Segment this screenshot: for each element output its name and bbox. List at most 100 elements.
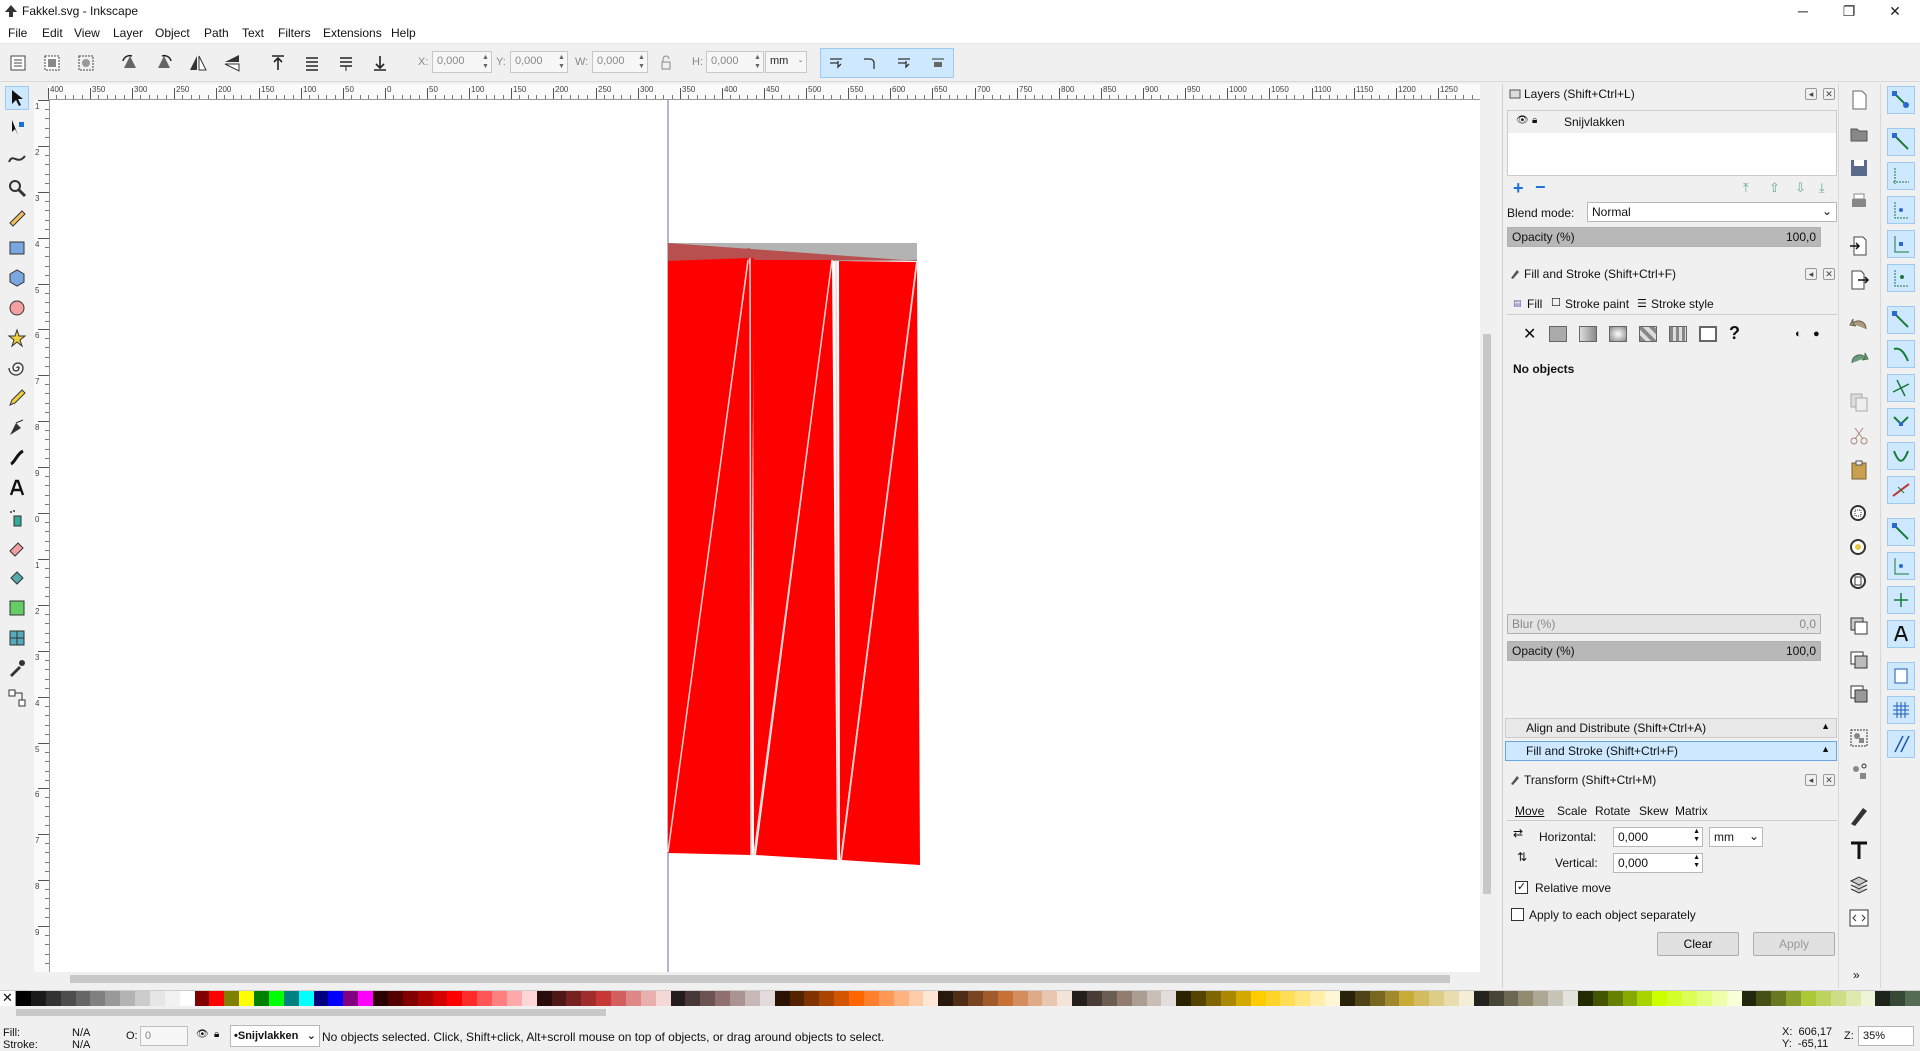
swatch-icon[interactable] bbox=[1699, 326, 1717, 342]
palette-scrollbar[interactable] bbox=[0, 1006, 1920, 1018]
palette-swatch[interactable] bbox=[1042, 991, 1058, 1007]
dropper-tool-icon[interactable] bbox=[5, 656, 29, 680]
palette-swatch[interactable] bbox=[343, 991, 359, 1007]
paint-bucket-tool-icon[interactable] bbox=[5, 566, 29, 590]
palette-swatch[interactable] bbox=[1830, 991, 1846, 1007]
snap-page-border-icon[interactable] bbox=[1887, 662, 1915, 690]
palette-swatch[interactable] bbox=[878, 991, 894, 1007]
text-font-dialog-icon[interactable] bbox=[1847, 838, 1871, 862]
drawing-canvas[interactable] bbox=[50, 100, 1480, 972]
palette-swatch[interactable] bbox=[1577, 991, 1593, 1007]
palette-swatch[interactable] bbox=[1206, 991, 1221, 1007]
star-tool-icon[interactable] bbox=[5, 326, 29, 350]
scale-stroke-icon[interactable] bbox=[824, 51, 848, 75]
menu-text[interactable]: Text bbox=[242, 26, 264, 40]
spray-tool-icon[interactable] bbox=[5, 506, 29, 530]
zoom-tool-icon[interactable] bbox=[5, 176, 29, 200]
close-button[interactable]: ✕ bbox=[1872, 0, 1918, 22]
h-input[interactable]: 0,000 ▲ ▼ bbox=[706, 51, 764, 73]
palette-swatch[interactable] bbox=[1414, 991, 1430, 1007]
duplicate-icon[interactable] bbox=[1847, 614, 1871, 638]
redo-icon[interactable] bbox=[1847, 346, 1871, 370]
palette-swatch[interactable] bbox=[1191, 991, 1206, 1007]
palette-swatch[interactable] bbox=[1146, 991, 1162, 1007]
palette-swatch[interactable] bbox=[1116, 991, 1132, 1007]
restore-button[interactable]: ❐ bbox=[1826, 0, 1872, 22]
palette-swatch[interactable] bbox=[1548, 991, 1563, 1007]
lock-ratio-icon[interactable] bbox=[654, 51, 678, 75]
palette-swatch[interactable] bbox=[1905, 991, 1920, 1007]
snap-bbox-icon[interactable] bbox=[1887, 128, 1915, 156]
group-icon[interactable] bbox=[1847, 726, 1871, 750]
xml-editor-icon[interactable] bbox=[1847, 906, 1871, 930]
flat-color-icon[interactable] bbox=[1549, 326, 1567, 342]
tab-stroke-paint[interactable]: Stroke paint bbox=[1565, 297, 1629, 311]
import-icon[interactable] bbox=[1847, 234, 1871, 258]
unit-select[interactable]: mm ⌄ bbox=[765, 51, 807, 73]
palette-swatch[interactable] bbox=[1875, 991, 1891, 1007]
fill-stroke-collapsed-tab[interactable]: Fill and Stroke (Shift+Ctrl+F) ▲ bbox=[1505, 741, 1837, 761]
tab-scale[interactable]: Scale bbox=[1557, 804, 1587, 818]
menu-object[interactable]: Object bbox=[155, 26, 190, 40]
palette-swatch[interactable] bbox=[30, 991, 46, 1007]
palette-swatch[interactable] bbox=[1012, 991, 1028, 1007]
palette-swatch[interactable] bbox=[1652, 991, 1668, 1007]
palette-swatch[interactable] bbox=[1161, 991, 1177, 1007]
palette-swatch[interactable] bbox=[953, 991, 968, 1007]
palette-swatch[interactable] bbox=[45, 991, 61, 1007]
add-layer-icon[interactable]: + bbox=[1513, 178, 1524, 199]
palette-swatch[interactable] bbox=[1384, 991, 1400, 1007]
snap-cusp-nodes-icon[interactable] bbox=[1887, 408, 1915, 436]
mesh-tool-icon[interactable] bbox=[5, 626, 29, 650]
menu-help[interactable]: Help bbox=[391, 26, 416, 40]
palette-swatch[interactable] bbox=[477, 991, 492, 1007]
rotate-ccw-icon[interactable] bbox=[118, 51, 142, 75]
tab-fill[interactable]: Fill bbox=[1527, 297, 1542, 311]
menu-extensions[interactable]: Extensions bbox=[323, 26, 382, 40]
zoom-drawing-icon[interactable] bbox=[1847, 536, 1871, 560]
vscroll-thumb[interactable] bbox=[1483, 334, 1491, 894]
palette-swatch[interactable] bbox=[1444, 991, 1459, 1007]
palette-swatch[interactable] bbox=[1101, 991, 1117, 1007]
snap-text-baseline-icon[interactable] bbox=[1887, 620, 1915, 648]
paste-icon[interactable] bbox=[1847, 458, 1871, 482]
tab-move[interactable]: Move bbox=[1515, 804, 1544, 818]
eye-icon[interactable]: 👁 bbox=[1516, 115, 1529, 126]
palette-swatch[interactable] bbox=[819, 991, 835, 1007]
panel-iconify-button[interactable]: ◂ bbox=[1805, 88, 1817, 100]
palette-swatch[interactable] bbox=[997, 991, 1013, 1007]
menu-view[interactable]: View bbox=[74, 26, 100, 40]
raise-to-top-icon[interactable] bbox=[266, 51, 290, 75]
palette-swatch[interactable] bbox=[1637, 991, 1653, 1007]
undo-icon[interactable] bbox=[1847, 312, 1871, 336]
palette-swatch[interactable] bbox=[1607, 991, 1623, 1007]
panel-iconify-button[interactable]: ◂ bbox=[1805, 774, 1817, 786]
palette-swatch[interactable] bbox=[1682, 991, 1697, 1007]
palette-swatch[interactable] bbox=[804, 991, 820, 1007]
palette-swatch[interactable] bbox=[105, 991, 121, 1007]
palette-swatch[interactable] bbox=[1786, 991, 1801, 1007]
palette-swatch[interactable] bbox=[730, 991, 745, 1007]
snap-nodes-icon[interactable] bbox=[1887, 306, 1915, 334]
palette-swatch[interactable] bbox=[1235, 991, 1251, 1007]
palette-swatch[interactable] bbox=[670, 991, 686, 1007]
apply-button[interactable]: Apply bbox=[1753, 932, 1835, 956]
palette-swatch[interactable] bbox=[938, 991, 954, 1007]
remove-layer-icon[interactable]: − bbox=[1535, 177, 1546, 198]
palette-swatch[interactable] bbox=[1399, 991, 1415, 1007]
unset-paint-icon[interactable]: ? bbox=[1729, 323, 1740, 344]
palette-swatch[interactable] bbox=[60, 991, 76, 1007]
fill-rule-nonzero-icon[interactable]: ● bbox=[1813, 328, 1820, 340]
layer-lock-icon[interactable]: 🔒︎ bbox=[214, 1029, 219, 1040]
palette-swatch[interactable] bbox=[923, 991, 939, 1007]
calligraphy-tool-icon[interactable] bbox=[5, 446, 29, 470]
palette-swatch[interactable] bbox=[149, 991, 165, 1007]
palette-swatch[interactable] bbox=[432, 991, 448, 1007]
clear-button[interactable]: Clear bbox=[1657, 932, 1739, 956]
snap-bbox-edges-icon[interactable] bbox=[1887, 162, 1915, 190]
palette-swatch[interactable] bbox=[1087, 991, 1102, 1007]
eraser-tool-icon[interactable] bbox=[5, 536, 29, 560]
palette-swatch[interactable] bbox=[834, 991, 849, 1007]
palette-swatch[interactable] bbox=[402, 991, 418, 1007]
spiral-tool-icon[interactable] bbox=[5, 356, 29, 380]
